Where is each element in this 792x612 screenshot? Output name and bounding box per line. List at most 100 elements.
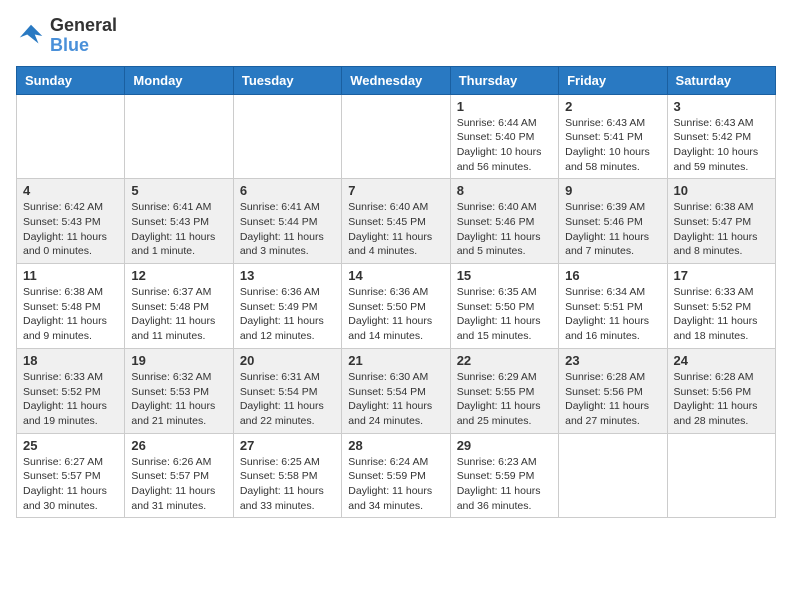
day-number: 3 — [674, 99, 769, 114]
day-info: Sunrise: 6:30 AM Sunset: 5:54 PM Dayligh… — [348, 370, 443, 429]
day-info: Sunrise: 6:43 AM Sunset: 5:42 PM Dayligh… — [674, 116, 769, 175]
day-info: Sunrise: 6:38 AM Sunset: 5:48 PM Dayligh… — [23, 285, 118, 344]
weekday-header-monday: Monday — [125, 66, 233, 94]
logo-icon — [16, 21, 46, 51]
day-info: Sunrise: 6:23 AM Sunset: 5:59 PM Dayligh… — [457, 455, 552, 514]
calendar-cell: 19 Sunrise: 6:32 AM Sunset: 5:53 PM Dayli… — [125, 348, 233, 433]
calendar-cell: 21 Sunrise: 6:30 AM Sunset: 5:54 PM Dayli… — [342, 348, 450, 433]
day-info: Sunrise: 6:36 AM Sunset: 5:50 PM Dayligh… — [348, 285, 443, 344]
calendar-cell: 28 Sunrise: 6:24 AM Sunset: 5:59 PM Dayli… — [342, 433, 450, 518]
day-info: Sunrise: 6:33 AM Sunset: 5:52 PM Dayligh… — [23, 370, 118, 429]
day-info: Sunrise: 6:36 AM Sunset: 5:49 PM Dayligh… — [240, 285, 335, 344]
calendar-cell: 7 Sunrise: 6:40 AM Sunset: 5:45 PM Daylig… — [342, 179, 450, 264]
weekday-header-sunday: Sunday — [17, 66, 125, 94]
day-number: 11 — [23, 268, 118, 283]
day-info: Sunrise: 6:39 AM Sunset: 5:46 PM Dayligh… — [565, 200, 660, 259]
calendar-cell: 2 Sunrise: 6:43 AM Sunset: 5:41 PM Daylig… — [559, 94, 667, 179]
calendar-cell — [559, 433, 667, 518]
day-number: 7 — [348, 183, 443, 198]
logo-text: General Blue — [50, 16, 117, 56]
calendar-cell: 25Sunrise: 6:27 AM Sunset: 5:57 PM Dayli… — [17, 433, 125, 518]
day-info: Sunrise: 6:26 AM Sunset: 5:57 PM Dayligh… — [131, 455, 226, 514]
calendar-cell: 10Sunrise: 6:38 AM Sunset: 5:47 PM Dayli… — [667, 179, 775, 264]
calendar-week-row: 25Sunrise: 6:27 AM Sunset: 5:57 PM Dayli… — [17, 433, 776, 518]
day-number: 16 — [565, 268, 660, 283]
day-info: Sunrise: 6:33 AM Sunset: 5:52 PM Dayligh… — [674, 285, 769, 344]
calendar-week-row: 1 Sunrise: 6:44 AM Sunset: 5:40 PM Daylig… — [17, 94, 776, 179]
day-number: 6 — [240, 183, 335, 198]
calendar-cell: 5 Sunrise: 6:41 AM Sunset: 5:43 PM Daylig… — [125, 179, 233, 264]
day-info: Sunrise: 6:35 AM Sunset: 5:50 PM Dayligh… — [457, 285, 552, 344]
day-number: 21 — [348, 353, 443, 368]
weekday-header-wednesday: Wednesday — [342, 66, 450, 94]
calendar-cell — [125, 94, 233, 179]
logo: General Blue — [16, 16, 117, 56]
calendar-cell: 16 Sunrise: 6:34 AM Sunset: 5:51 PM Dayli… — [559, 264, 667, 349]
calendar-cell — [667, 433, 775, 518]
page-header: General Blue — [16, 16, 776, 56]
calendar-cell: 27 Sunrise: 6:25 AM Sunset: 5:58 PM Dayli… — [233, 433, 341, 518]
day-info: Sunrise: 6:32 AM Sunset: 5:53 PM Dayligh… — [131, 370, 226, 429]
calendar-cell: 9 Sunrise: 6:39 AM Sunset: 5:46 PM Daylig… — [559, 179, 667, 264]
day-number: 12 — [131, 268, 226, 283]
calendar-cell: 13 Sunrise: 6:36 AM Sunset: 5:49 PM Dayli… — [233, 264, 341, 349]
day-info: Sunrise: 6:37 AM Sunset: 5:48 PM Dayligh… — [131, 285, 226, 344]
calendar-cell: 17 Sunrise: 6:33 AM Sunset: 5:52 PM Dayli… — [667, 264, 775, 349]
day-number: 26 — [131, 438, 226, 453]
day-number: 24 — [674, 353, 769, 368]
calendar-cell: 12 Sunrise: 6:37 AM Sunset: 5:48 PM Dayli… — [125, 264, 233, 349]
day-info: Sunrise: 6:25 AM Sunset: 5:58 PM Dayligh… — [240, 455, 335, 514]
calendar-week-row: 18 Sunrise: 6:33 AM Sunset: 5:52 PM Dayli… — [17, 348, 776, 433]
weekday-header-thursday: Thursday — [450, 66, 558, 94]
day-number: 1 — [457, 99, 552, 114]
calendar-cell — [17, 94, 125, 179]
day-number: 22 — [457, 353, 552, 368]
day-number: 4 — [23, 183, 118, 198]
day-number: 20 — [240, 353, 335, 368]
day-number: 10 — [674, 183, 769, 198]
day-number: 14 — [348, 268, 443, 283]
day-info: Sunrise: 6:44 AM Sunset: 5:40 PM Dayligh… — [457, 116, 552, 175]
weekday-header-friday: Friday — [559, 66, 667, 94]
calendar-cell: 1 Sunrise: 6:44 AM Sunset: 5:40 PM Daylig… — [450, 94, 558, 179]
calendar-cell: 11 Sunrise: 6:38 AM Sunset: 5:48 PM Dayli… — [17, 264, 125, 349]
weekday-header-saturday: Saturday — [667, 66, 775, 94]
weekday-header-row: SundayMondayTuesdayWednesdayThursdayFrid… — [17, 66, 776, 94]
calendar-cell: 6Sunrise: 6:41 AM Sunset: 5:44 PM Daylig… — [233, 179, 341, 264]
day-info: Sunrise: 6:29 AM Sunset: 5:55 PM Dayligh… — [457, 370, 552, 429]
day-number: 23 — [565, 353, 660, 368]
calendar-cell: 24 Sunrise: 6:28 AM Sunset: 5:56 PM Dayli… — [667, 348, 775, 433]
day-number: 5 — [131, 183, 226, 198]
day-info: Sunrise: 6:40 AM Sunset: 5:45 PM Dayligh… — [348, 200, 443, 259]
day-info: Sunrise: 6:43 AM Sunset: 5:41 PM Dayligh… — [565, 116, 660, 175]
day-info: Sunrise: 6:24 AM Sunset: 5:59 PM Dayligh… — [348, 455, 443, 514]
calendar-cell: 22 Sunrise: 6:29 AM Sunset: 5:55 PM Dayli… — [450, 348, 558, 433]
day-number: 2 — [565, 99, 660, 114]
calendar-cell — [233, 94, 341, 179]
day-number: 25 — [23, 438, 118, 453]
calendar-week-row: 4Sunrise: 6:42 AM Sunset: 5:43 PM Daylig… — [17, 179, 776, 264]
calendar-cell: 14 Sunrise: 6:36 AM Sunset: 5:50 PM Dayli… — [342, 264, 450, 349]
day-number: 27 — [240, 438, 335, 453]
calendar-week-row: 11 Sunrise: 6:38 AM Sunset: 5:48 PM Dayli… — [17, 264, 776, 349]
day-info: Sunrise: 6:41 AM Sunset: 5:43 PM Dayligh… — [131, 200, 226, 259]
day-number: 17 — [674, 268, 769, 283]
calendar-table: SundayMondayTuesdayWednesdayThursdayFrid… — [16, 66, 776, 519]
day-info: Sunrise: 6:28 AM Sunset: 5:56 PM Dayligh… — [674, 370, 769, 429]
day-info: Sunrise: 6:31 AM Sunset: 5:54 PM Dayligh… — [240, 370, 335, 429]
calendar-cell: 23 Sunrise: 6:28 AM Sunset: 5:56 PM Dayli… — [559, 348, 667, 433]
calendar-cell — [342, 94, 450, 179]
day-number: 18 — [23, 353, 118, 368]
day-info: Sunrise: 6:28 AM Sunset: 5:56 PM Dayligh… — [565, 370, 660, 429]
calendar-cell: 3 Sunrise: 6:43 AM Sunset: 5:42 PM Daylig… — [667, 94, 775, 179]
day-number: 15 — [457, 268, 552, 283]
day-info: Sunrise: 6:34 AM Sunset: 5:51 PM Dayligh… — [565, 285, 660, 344]
calendar-cell: 8Sunrise: 6:40 AM Sunset: 5:46 PM Daylig… — [450, 179, 558, 264]
day-number: 9 — [565, 183, 660, 198]
weekday-header-tuesday: Tuesday — [233, 66, 341, 94]
calendar-cell: 18 Sunrise: 6:33 AM Sunset: 5:52 PM Dayli… — [17, 348, 125, 433]
calendar-cell: 26 Sunrise: 6:26 AM Sunset: 5:57 PM Dayli… — [125, 433, 233, 518]
day-number: 19 — [131, 353, 226, 368]
day-number: 28 — [348, 438, 443, 453]
day-number: 13 — [240, 268, 335, 283]
